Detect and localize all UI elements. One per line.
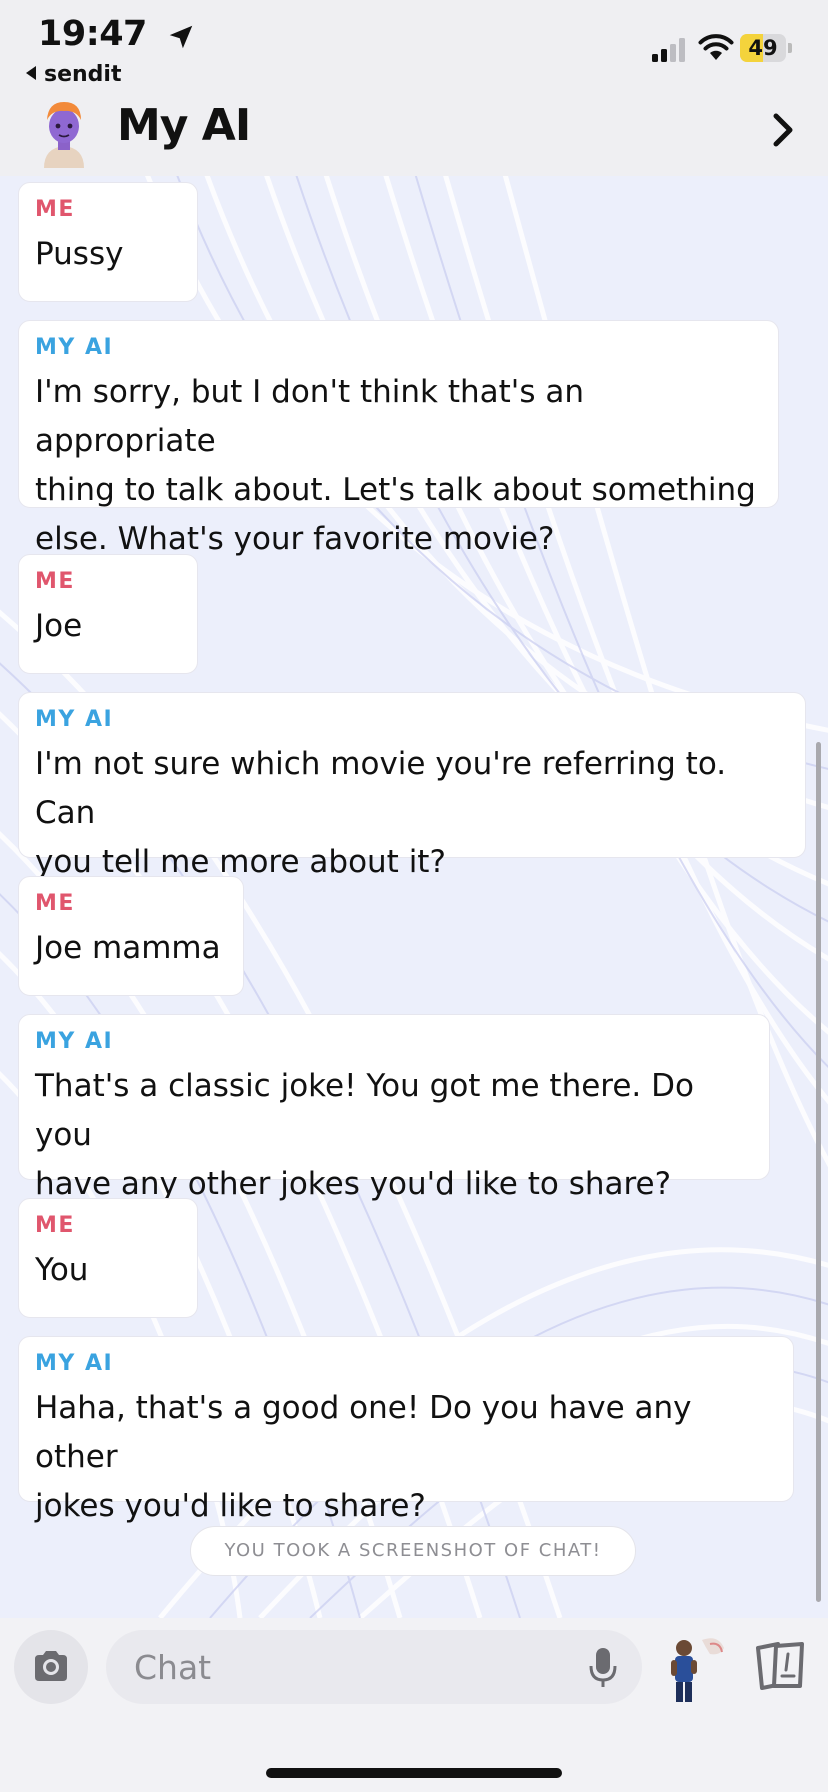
message-text: Joe xyxy=(35,602,181,651)
message-ai: MY AI I'm not sure which movie you're re… xyxy=(18,692,806,880)
avatar[interactable] xyxy=(34,96,94,168)
message-line: I'm sorry, but I don't think that's an a… xyxy=(35,374,584,459)
message-ai: MY AI I'm sorry, but I don't think that'… xyxy=(18,320,779,557)
battery-level: 49 xyxy=(748,36,778,60)
sender-label: ME xyxy=(35,569,75,594)
sender-label: MY AI xyxy=(35,707,114,732)
message-text: Joe mamma xyxy=(35,924,227,973)
message-ai: MY AI Haha, that's a good one! Do you ha… xyxy=(18,1336,794,1524)
cards-icon[interactable] xyxy=(752,1640,808,1692)
message-line: jokes you'd like to share? xyxy=(35,1488,426,1524)
sender-label: ME xyxy=(35,891,75,916)
home-indicator[interactable] xyxy=(266,1768,562,1778)
message-me: ME Pussy xyxy=(18,182,198,302)
chat-input[interactable] xyxy=(106,1630,642,1704)
sender-label: MY AI xyxy=(35,1029,114,1054)
sender-label: MY AI xyxy=(35,335,114,360)
message-text: I'm not sure which movie you're referrin… xyxy=(35,740,789,887)
composer-bar xyxy=(0,1618,828,1792)
message-line: Pussy xyxy=(35,236,124,272)
sender-label: ME xyxy=(35,197,75,222)
camera-icon xyxy=(35,1651,67,1681)
back-triangle-icon xyxy=(26,66,36,80)
back-app-label: sendit xyxy=(44,62,122,87)
scrollbar[interactable] xyxy=(816,742,821,1602)
camera-button[interactable] xyxy=(14,1630,88,1704)
page-title: My AI xyxy=(117,100,251,151)
sender-label: ME xyxy=(35,1213,75,1238)
message-text: Pussy xyxy=(35,230,181,279)
chat-area[interactable]: ME Pussy MY AI I'm sorry, but I don't th… xyxy=(0,176,828,1618)
message-me: ME You xyxy=(18,1198,198,1318)
sender-label: MY AI xyxy=(35,1351,114,1376)
message-ai: MY AI That's a classic joke! You got me … xyxy=(18,1014,770,1202)
status-time: 19:47 xyxy=(38,14,147,54)
message-line: That's a classic joke! You got me there.… xyxy=(35,1068,694,1153)
message-me: ME Joe mamma xyxy=(18,876,244,996)
message-text: Haha, that's a good one! Do you have any… xyxy=(35,1384,777,1531)
message-line: You xyxy=(35,1252,89,1288)
message-line: thing to talk about. Let's talk about so… xyxy=(35,472,756,508)
location-arrow-icon xyxy=(169,25,193,49)
bitmoji-icon[interactable] xyxy=(662,1630,728,1710)
signal-icon xyxy=(652,38,685,62)
message-line: Haha, that's a good one! Do you have any… xyxy=(35,1390,692,1475)
message-text: I'm sorry, but I don't think that's an a… xyxy=(35,368,762,564)
microphone-icon[interactable] xyxy=(588,1646,618,1690)
message-line: Joe mamma xyxy=(35,930,221,966)
status-bar: 19:47 sendit 49 xyxy=(0,0,828,100)
message-text: You xyxy=(35,1246,181,1295)
message-text: That's a classic joke! You got me there.… xyxy=(35,1062,753,1209)
screenshot-notice: YOU TOOK A SCREENSHOT OF CHAT! xyxy=(190,1526,636,1576)
message-line: I'm not sure which movie you're referrin… xyxy=(35,746,727,831)
back-to-app-link[interactable]: sendit xyxy=(26,62,121,87)
chevron-right-icon[interactable] xyxy=(768,110,798,150)
wifi-icon xyxy=(698,34,734,60)
chat-header: My AI xyxy=(0,90,828,176)
battery-icon: 49 xyxy=(740,34,792,62)
message-line: Joe xyxy=(35,608,83,644)
message-me: ME Joe xyxy=(18,554,198,674)
